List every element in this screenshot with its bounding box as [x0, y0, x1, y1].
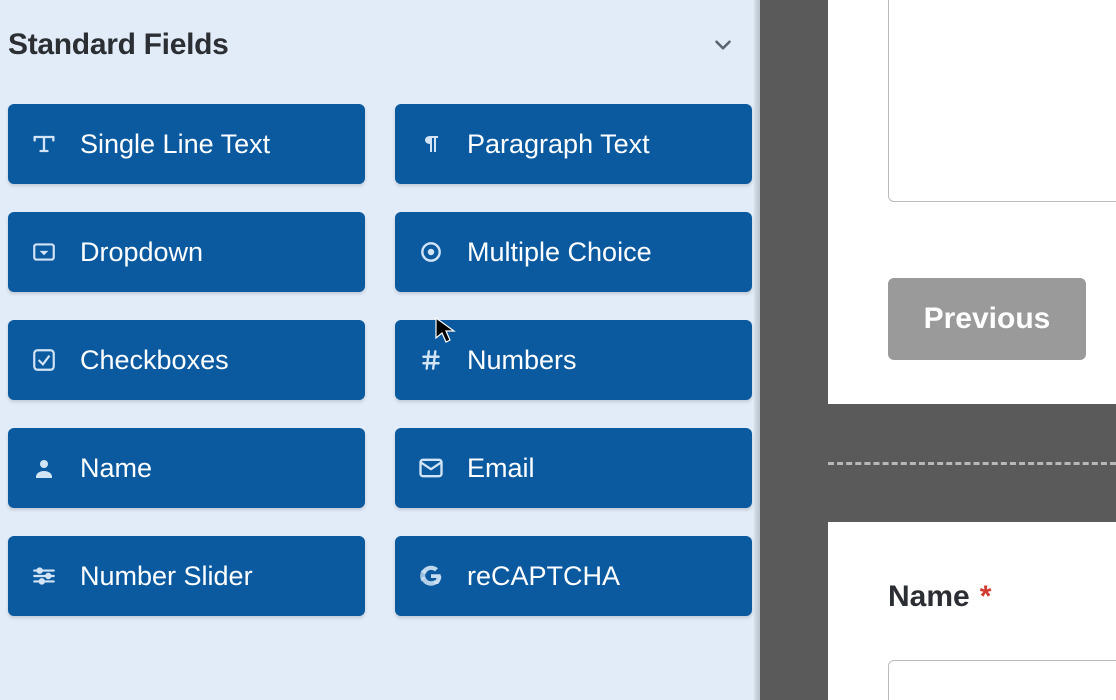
name-field-label: Name	[888, 580, 970, 614]
section-header[interactable]: Standard Fields	[0, 0, 760, 76]
field-numbers[interactable]: Numbers	[395, 320, 752, 400]
field-recaptcha[interactable]: reCAPTCHA	[395, 536, 752, 616]
hash-icon	[417, 346, 445, 374]
envelope-icon	[417, 454, 445, 482]
field-grid: Single Line Text Paragraph Text Dropdown…	[0, 76, 760, 624]
name-field-label-row: Name *	[888, 580, 1116, 614]
required-indicator: *	[980, 580, 992, 614]
field-label: Email	[467, 453, 535, 484]
field-dropdown[interactable]: Dropdown	[8, 212, 365, 292]
radio-icon	[417, 238, 445, 266]
field-number-slider[interactable]: Number Slider	[8, 536, 365, 616]
previous-button[interactable]: Previous	[888, 278, 1086, 360]
google-g-icon	[417, 562, 445, 590]
name-input-preview[interactable]	[888, 660, 1116, 700]
field-paragraph-text[interactable]: Paragraph Text	[395, 104, 752, 184]
field-name[interactable]: Name	[8, 428, 365, 508]
field-label: Single Line Text	[80, 129, 270, 160]
field-label: Dropdown	[80, 237, 203, 268]
dropdown-icon	[30, 238, 58, 266]
checkbox-icon	[30, 346, 58, 374]
field-label: Numbers	[467, 345, 577, 376]
paragraph-icon	[417, 130, 445, 158]
field-label: Multiple Choice	[467, 237, 652, 268]
text-icon	[30, 130, 58, 158]
field-single-line-text[interactable]: Single Line Text	[8, 104, 365, 184]
field-label: Paragraph Text	[467, 129, 650, 160]
page-break-divider	[828, 462, 1116, 465]
chevron-down-icon[interactable]	[708, 30, 738, 60]
field-label: reCAPTCHA	[467, 561, 620, 592]
section-title: Standard Fields	[8, 28, 229, 62]
user-icon	[30, 454, 58, 482]
field-label: Checkboxes	[80, 345, 229, 376]
field-multiple-choice[interactable]: Multiple Choice	[395, 212, 752, 292]
sliders-icon	[30, 562, 58, 590]
field-label: Number Slider	[80, 561, 253, 592]
textarea-field-preview[interactable]	[888, 0, 1116, 202]
fields-panel: Standard Fields Single Line Text Paragra…	[0, 0, 760, 700]
field-label: Name	[80, 453, 152, 484]
previous-button-label: Previous	[924, 302, 1051, 336]
field-checkboxes[interactable]: Checkboxes	[8, 320, 365, 400]
form-preview-area: Previous Name *	[760, 0, 1116, 700]
field-email[interactable]: Email	[395, 428, 752, 508]
